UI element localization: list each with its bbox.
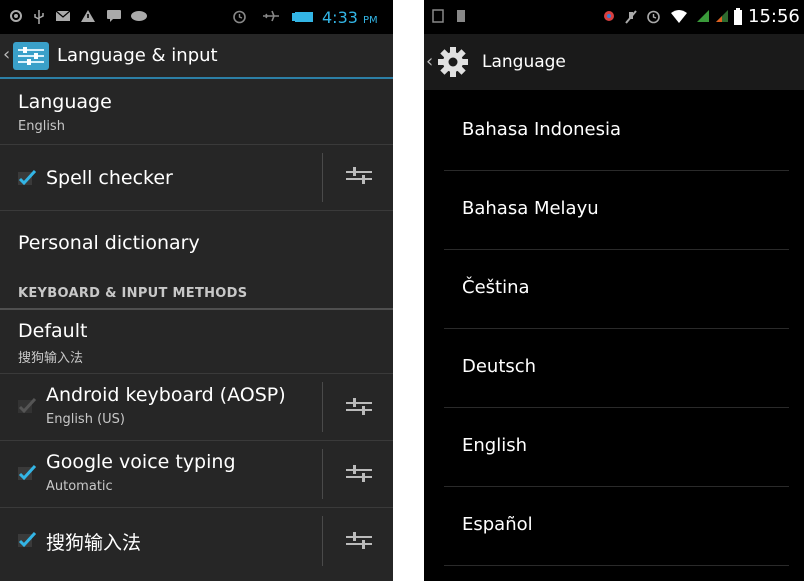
location-icon [604,11,614,21]
android-keyboard-setting[interactable]: Android keyboard (AOSP) English (US) [0,374,393,441]
divider [322,516,323,566]
google-voice-checkbox[interactable] [18,465,36,481]
status-bar: 15:56 [424,0,804,34]
chat-icon [107,10,121,22]
spell-checker-settings-icon[interactable] [342,163,376,191]
spell-checker-checkbox[interactable] [18,170,36,186]
android-keyboard-settings-icon[interactable] [342,394,376,422]
google-voice-typing-setting[interactable]: Google voice typing Automatic [0,441,393,508]
default-summary: 搜狗输入法 [18,351,84,366]
language-option-label: Bahasa Indonesia [462,119,621,140]
settings-sliders-icon[interactable] [13,42,49,70]
language-option[interactable]: English [444,408,789,487]
divider [322,153,323,202]
google-voice-settings-icon[interactable] [342,461,376,489]
sogou-settings-icon[interactable] [342,528,376,556]
language-option[interactable]: Español [444,487,789,566]
default-title: Default [18,320,88,342]
usb-icon [34,10,44,24]
action-bar: ‹ Language [424,34,804,90]
back-caret-icon[interactable]: ‹ [3,44,10,65]
gamepad-icon [131,11,147,21]
gear-icon[interactable] [437,46,469,78]
wifi-icon [671,10,687,23]
airplane-icon [263,10,279,22]
language-setting[interactable]: Language English [0,79,393,145]
sogou-title: 搜狗输入法 [46,532,142,554]
android-keyboard-summary: English (US) [46,412,125,427]
default-input-setting[interactable]: Default 搜狗输入法 [0,310,393,374]
status-ampm: PM [363,15,378,26]
signal-icon [697,10,709,22]
spell-checker-setting[interactable]: Spell checker [0,145,393,211]
language-option[interactable]: Bahasa Indonesia [444,92,789,171]
language-input-screen: 4:33 PM ‹ Language & input Language Engl… [0,0,393,581]
alarm-icon [647,10,660,24]
gps-icon [10,10,22,22]
personal-dictionary-setting[interactable]: Personal dictionary [0,211,393,279]
language-title: Language [18,91,112,113]
alarm-icon [233,10,246,24]
language-option-label: Deutsch [462,356,537,377]
settings-sliders-glyph [18,47,44,65]
status-bar: 4:33 PM [0,0,393,34]
android-keyboard-title: Android keyboard (AOSP) [46,384,286,406]
language-option[interactable]: Deutsch [444,329,789,408]
page-title: Language [482,52,566,72]
status-time: 15:56 [748,6,800,27]
language-summary: English [18,119,65,134]
language-option-label: English [462,435,527,456]
spell-checker-title: Spell checker [46,167,173,189]
google-voice-summary: Automatic [46,479,113,494]
personal-dictionary-title: Personal dictionary [18,232,200,254]
language-option-label: Čeština [462,277,530,298]
signal-icon [716,10,728,22]
page-title: Language & input [57,45,218,66]
status-time: 4:33 PM [322,8,378,27]
sim-icon [432,9,444,23]
google-voice-title: Google voice typing [46,451,236,473]
language-picker-screen: 15:56 ‹ Language Bahasa Indonesia Bahasa… [424,0,804,581]
divider [322,449,323,499]
language-option-label: Bahasa Melayu [462,198,599,219]
language-option-label: Español [462,514,533,535]
section-header-label: KEYBOARD & INPUT METHODS [18,286,248,301]
language-option[interactable]: Čeština [444,250,789,329]
battery-icon [292,12,313,22]
language-option[interactable]: Bahasa Melayu [444,171,789,250]
section-header: KEYBOARD & INPUT METHODS [0,280,393,310]
sd-card-icon [457,10,465,22]
sogou-checkbox[interactable] [18,532,36,548]
battery-icon [734,8,742,25]
status-time-value: 4:33 [322,8,358,27]
mute-icon [625,10,637,24]
email-icon [55,10,71,21]
divider [322,382,323,432]
action-bar: ‹ Language & input [0,34,393,79]
back-caret-icon[interactable]: ‹ [426,51,433,72]
sogou-input-setting[interactable]: 搜狗输入法 [0,508,393,574]
warning-icon [81,10,95,22]
android-keyboard-checkbox[interactable] [18,398,36,414]
